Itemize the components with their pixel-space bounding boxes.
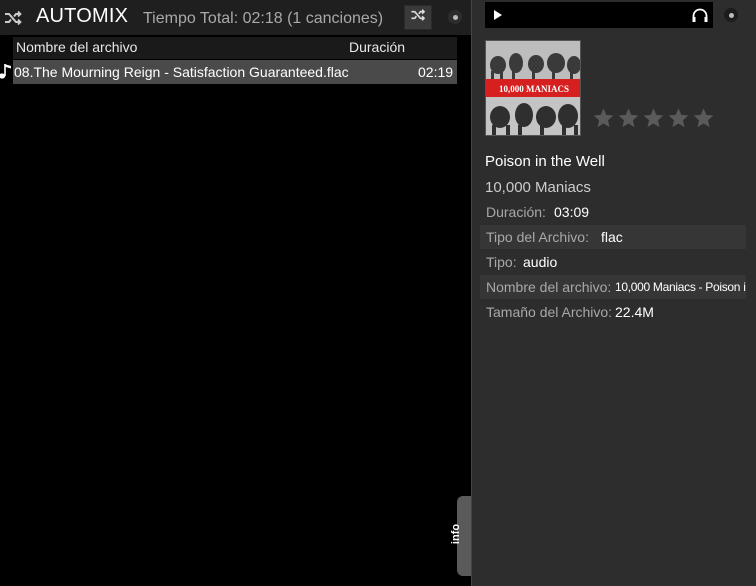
detail-filetype-label: Tipo del Archivo: [486, 229, 589, 245]
rating-stars[interactable] [592, 107, 715, 129]
detail-type-value: audio [523, 254, 558, 270]
detail-filetype: Tipo del Archivo: flac [480, 225, 746, 249]
headphones-icon[interactable] [691, 7, 709, 23]
info-tab[interactable]: info [450, 496, 471, 576]
table-row[interactable]: 08.The Mourning Reign - Satisfaction Gua… [13, 60, 457, 84]
detail-filename-label: Nombre del archivo: [486, 279, 612, 295]
shuffle-button[interactable] [404, 5, 432, 30]
panel-options-button[interactable] [448, 10, 462, 24]
detail-type-label: Tipo: [486, 254, 517, 270]
song-title: Poison in the Well [485, 153, 605, 170]
detail-filesize: Tamaño del Archivo: 22.4M [480, 300, 746, 324]
album-cover: 10,000 MANIACS [485, 40, 581, 136]
star-icon[interactable] [617, 107, 640, 129]
playlist-title: AUTOMIX [36, 5, 129, 27]
info-tab-label: info [450, 523, 463, 545]
cover-band-text: 10,000 MANIACS [499, 84, 569, 94]
detail-type: Tipo: audio [480, 250, 746, 274]
mini-player [485, 2, 713, 28]
panel-options-button[interactable] [724, 8, 738, 22]
column-duration[interactable]: Duración [349, 39, 405, 55]
detail-duration: Duración: 03:09 [480, 200, 746, 224]
shuffle-icon [408, 6, 428, 29]
total-time: Tiempo Total: 02:18 (1 canciones) [143, 10, 384, 27]
row-duration: 02:19 [418, 64, 454, 80]
row-filename: 08.The Mourning Reign - Satisfaction Gua… [14, 64, 349, 80]
star-icon[interactable] [642, 107, 665, 129]
play-icon[interactable] [494, 10, 502, 20]
detail-filetype-value: flac [601, 229, 623, 245]
star-icon[interactable] [692, 107, 715, 129]
artist-name: 10,000 Maniacs [485, 179, 591, 196]
detail-duration-value: 03:09 [554, 204, 590, 220]
info-panel: 10,000 MANIACS Poison in the Well 10,000… [471, 0, 756, 586]
column-filename[interactable]: Nombre del archivo [16, 39, 137, 55]
playlist-panel: AUTOMIX Tiempo Total: 02:18 (1 canciones… [0, 0, 471, 586]
star-icon[interactable] [667, 107, 690, 129]
column-header: Nombre del archivo Duración [13, 37, 457, 59]
detail-duration-label: Duración: [486, 204, 546, 220]
shuffle-icon[interactable] [2, 7, 24, 29]
playlist-toolbar: AUTOMIX Tiempo Total: 02:18 (1 canciones… [0, 0, 471, 35]
star-icon[interactable] [592, 107, 615, 129]
detail-filesize-label: Tamaño del Archivo: [486, 304, 613, 320]
music-note-icon [0, 62, 12, 80]
detail-filename-value: 10,000 Maniacs - Poison in th [615, 280, 746, 294]
detail-filesize-value: 22.4M [615, 304, 654, 320]
detail-filename: Nombre del archivo: 10,000 Maniacs - Poi… [480, 275, 746, 299]
